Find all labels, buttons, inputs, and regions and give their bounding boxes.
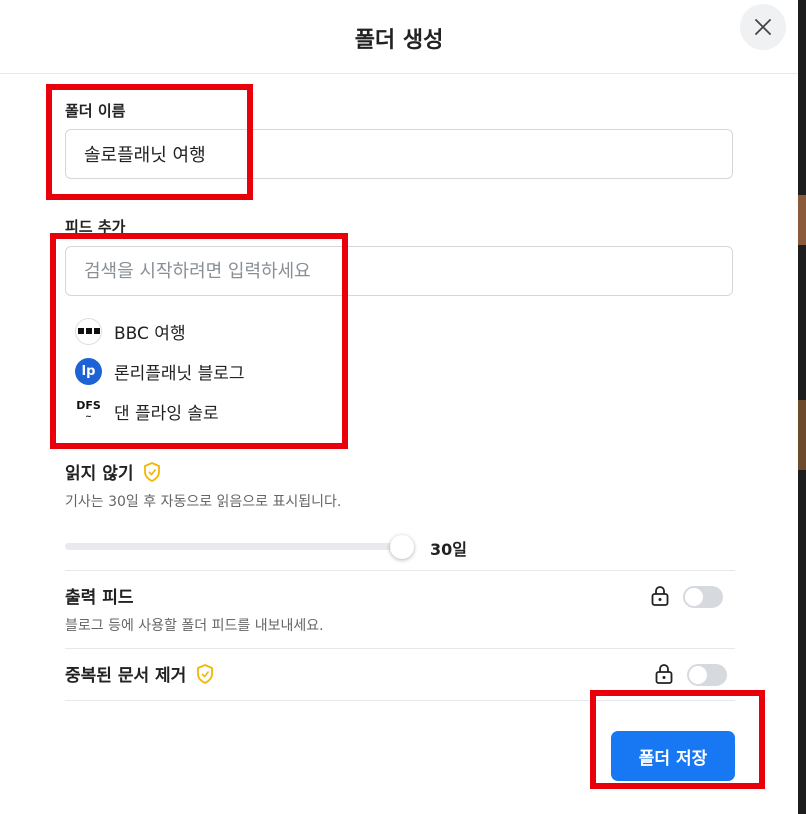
unread-slider-track[interactable]	[65, 543, 405, 550]
feed-search-field[interactable]	[65, 246, 733, 296]
dedupe-section: 중복된 문서 제거	[65, 661, 214, 686]
modal-header: 폴더 생성	[0, 0, 798, 74]
background-image-strip	[798, 195, 806, 245]
feed-item-bbc[interactable]: BBC 여행	[75, 316, 186, 346]
feed-search-input[interactable]	[82, 259, 732, 283]
lock-icon	[655, 664, 673, 684]
unread-slider-value: 30일	[430, 540, 467, 559]
dedupe-toggle[interactable]	[687, 664, 727, 686]
unread-description: 기사는 30일 후 자동으로 읽음으로 표시됩니다.	[65, 494, 342, 510]
bbc-icon	[75, 317, 102, 345]
close-button[interactable]	[740, 4, 786, 50]
lock-icon	[651, 586, 669, 606]
feed-item-label: BBC 여행	[114, 323, 186, 344]
folder-name-input[interactable]	[82, 142, 732, 166]
output-feed-toggle[interactable]	[683, 586, 723, 608]
unread-title: 읽지 않기	[65, 464, 134, 484]
background-image-strip	[798, 400, 806, 470]
modal-title: 폴더 생성	[354, 28, 444, 53]
dfs-icon: DFS ~	[76, 399, 101, 421]
shield-icon	[197, 663, 214, 684]
divider	[65, 700, 735, 701]
feed-item-dan-flying-solo[interactable]: DFS ~ 댄 플라잉 솔로	[75, 396, 219, 426]
lp-icon: lp	[75, 357, 102, 385]
close-icon	[755, 19, 771, 35]
background-page	[798, 0, 806, 814]
unread-section: 읽지 않기	[65, 459, 161, 484]
feed-item-label: 댄 플라잉 솔로	[114, 403, 219, 424]
feed-item-lonely-planet[interactable]: lp 론리플래닛 블로그	[75, 356, 245, 386]
add-feed-label: 피드 추가	[65, 218, 126, 236]
folder-name-field[interactable]	[65, 129, 733, 179]
folder-name-label: 폴더 이름	[65, 102, 126, 120]
dedupe-title: 중복된 문서 제거	[65, 666, 187, 686]
unread-slider-thumb[interactable]	[390, 535, 414, 559]
output-feed-title: 출력 피드	[65, 588, 134, 608]
save-folder-button[interactable]: 폴더 저장	[611, 731, 735, 781]
divider	[65, 648, 735, 649]
output-feed-description: 블로그 등에 사용할 폴더 피드를 내보내세요.	[65, 618, 324, 634]
shield-icon	[144, 461, 161, 482]
feed-item-label: 론리플래닛 블로그	[114, 363, 245, 384]
divider	[65, 570, 735, 571]
